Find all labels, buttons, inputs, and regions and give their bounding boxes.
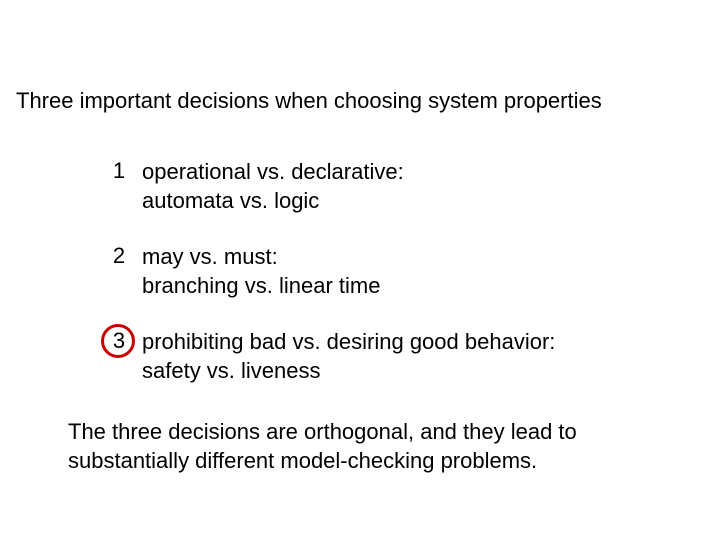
list-item: 1 operational vs. declarative: automata …	[106, 158, 626, 215]
item-text: may vs. must: branching vs. linear time	[132, 243, 380, 300]
item-line1: may vs. must:	[142, 244, 278, 269]
item-number: 1	[106, 158, 132, 184]
item-line1: operational vs. declarative:	[142, 159, 404, 184]
number-text: 3	[113, 328, 125, 353]
item-number: 3	[106, 328, 132, 354]
slide-footer-text: The three decisions are orthogonal, and …	[68, 418, 652, 475]
decision-list: 1 operational vs. declarative: automata …	[106, 158, 626, 414]
item-line2: automata vs. logic	[142, 188, 319, 213]
item-line2: safety vs. liveness	[142, 358, 321, 383]
item-line2: branching vs. linear time	[142, 273, 380, 298]
item-line1: prohibiting bad vs. desiring good behavi…	[142, 329, 555, 354]
item-text: prohibiting bad vs. desiring good behavi…	[132, 328, 555, 385]
slide-title: Three important decisions when choosing …	[16, 88, 704, 114]
list-item: 2 may vs. must: branching vs. linear tim…	[106, 243, 626, 300]
item-text: operational vs. declarative: automata vs…	[132, 158, 404, 215]
list-item: 3 prohibiting bad vs. desiring good beha…	[106, 328, 626, 385]
item-number: 2	[106, 243, 132, 269]
